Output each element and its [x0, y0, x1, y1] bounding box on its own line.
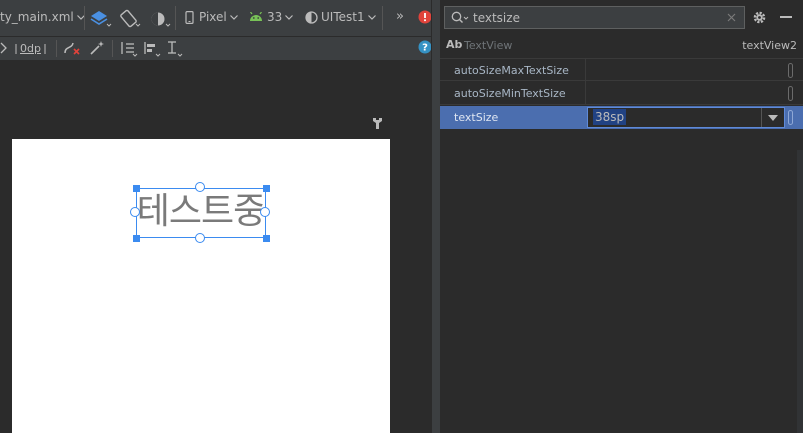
chevron-down-icon	[285, 14, 294, 20]
file-name: ty_main.xml	[0, 10, 74, 24]
margin-icon	[0, 42, 7, 54]
layers-icon	[90, 11, 112, 27]
resource-picker-handle[interactable]	[788, 86, 793, 101]
android-icon	[250, 12, 262, 21]
attribute-row-autosizemintextsize[interactable]: autoSizeMinTextSize	[440, 82, 803, 105]
component-id: textView2	[742, 39, 797, 52]
theme-label: UITest1	[321, 10, 365, 24]
selection-box[interactable]	[136, 188, 266, 238]
night-mode-button[interactable]	[149, 9, 171, 29]
resize-handle-top-right[interactable]	[263, 185, 270, 192]
pack-icon	[121, 42, 138, 57]
design-surface-button[interactable]	[90, 9, 112, 29]
issues-button[interactable]	[418, 10, 432, 24]
minimize-icon[interactable]	[780, 16, 792, 18]
resize-handle-bottom-left[interactable]	[133, 235, 140, 242]
component-type: TextView	[464, 39, 513, 52]
guidelines-button[interactable]	[166, 40, 184, 57]
default-margin-value: 0dp	[20, 41, 41, 55]
guideline-icon	[168, 41, 183, 57]
device-label: Pixel	[199, 10, 227, 24]
search-icon	[451, 11, 469, 23]
phone-icon	[185, 10, 194, 24]
overflow-button[interactable]: »	[396, 9, 404, 24]
textsize-value-field[interactable]: 38sp	[587, 107, 785, 128]
rotate-icon	[120, 9, 141, 28]
wrench-icon	[373, 118, 382, 129]
side-scroll-strip	[797, 150, 803, 433]
theme-icon	[305, 10, 318, 24]
api-level: 33	[267, 10, 283, 24]
toolbar-divider	[56, 40, 57, 57]
default-margin-selector[interactable]: 0dp	[15, 41, 46, 55]
column-divider	[585, 82, 586, 105]
magic-wand-icon	[90, 41, 104, 55]
infer-constraints-button[interactable]	[89, 40, 105, 56]
attribute-name: textSize	[454, 111, 499, 124]
chevron-down-icon	[229, 14, 238, 20]
textsize-dropdown-button[interactable]	[761, 108, 784, 127]
textsize-value-text[interactable]: 38sp	[593, 109, 627, 125]
constraint-anchor-bottom[interactable]	[195, 233, 205, 243]
clear-search-icon[interactable]	[727, 13, 736, 22]
textview-type-icon: Ab	[446, 38, 463, 51]
bracket-left-icon	[15, 44, 17, 54]
toolbar-divider	[175, 6, 176, 30]
clear-constraints-button[interactable]	[63, 40, 81, 56]
toolbar-divider	[84, 6, 85, 30]
device-selector[interactable]: Pixel	[185, 10, 238, 24]
attribute-row-autosizemaxtextsize[interactable]: autoSizeMaxTextSize	[440, 58, 803, 82]
resource-picker-handle[interactable]	[788, 63, 793, 78]
layout-toolbar: 0dp ?	[0, 37, 436, 61]
night-mode-icon	[151, 12, 171, 27]
column-divider	[585, 59, 586, 82]
overflow-label: »	[396, 9, 404, 24]
svg-text:?: ?	[422, 43, 428, 54]
help-icon: ?	[418, 40, 432, 54]
attribute-search-bar[interactable]	[444, 6, 745, 29]
constraint-anchor-right[interactable]	[260, 207, 270, 217]
align-button[interactable]	[143, 40, 161, 57]
component-header: Ab TextView textView2	[440, 36, 803, 57]
toolbar-divider	[382, 6, 383, 30]
attribute-name: autoSizeMaxTextSize	[454, 64, 569, 77]
resize-handle-top-left[interactable]	[133, 185, 140, 192]
clear-constraints-icon	[64, 42, 80, 55]
resource-picker-handle[interactable]	[788, 110, 793, 125]
help-button[interactable]: ?	[418, 40, 432, 54]
theme-selector[interactable]: UITest1	[305, 10, 376, 24]
attribute-name: autoSizeMinTextSize	[454, 87, 566, 100]
search-input[interactable]	[473, 9, 713, 26]
bracket-right-icon	[44, 44, 46, 54]
panel-splitter[interactable]	[431, 0, 440, 433]
toolbar-divider	[112, 40, 113, 57]
file-selector[interactable]: ty_main.xml	[0, 10, 85, 24]
error-icon	[418, 10, 432, 24]
gear-icon	[753, 11, 766, 24]
settings-button[interactable]	[752, 10, 767, 28]
align-left-icon	[144, 42, 161, 57]
orientation-button[interactable]	[119, 9, 141, 29]
design-toolbar: ty_main.xml Pixel 33 UITest1 »	[0, 0, 436, 37]
constraint-anchor-top[interactable]	[195, 182, 205, 192]
resize-handle-bottom-right[interactable]	[263, 235, 270, 242]
triangle-down-icon	[768, 114, 778, 121]
constraint-anchor-left[interactable]	[130, 207, 140, 217]
margin-icon-button[interactable]	[0, 41, 8, 55]
chevron-down-icon	[367, 14, 376, 20]
api-level-selector[interactable]: 33	[249, 10, 294, 24]
device-settings-button[interactable]	[372, 117, 383, 133]
attribute-row-textsize[interactable]: textSize 38sp	[440, 106, 803, 129]
pack-button[interactable]	[120, 40, 138, 57]
